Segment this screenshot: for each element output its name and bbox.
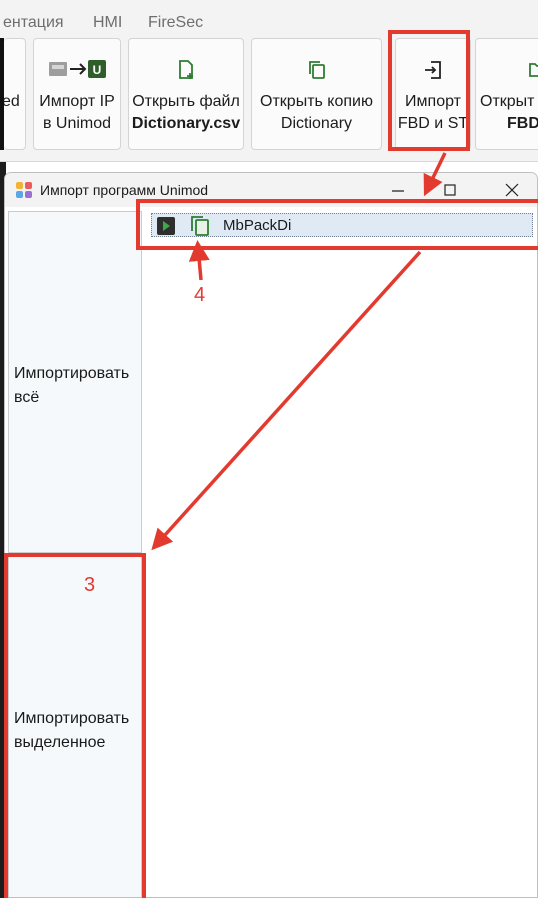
annotation-arrows bbox=[151, 152, 447, 551]
annotation-number-3: 3 bbox=[84, 574, 96, 596]
arrow-import-to-dialog bbox=[423, 152, 447, 197]
arrow-label-4 bbox=[188, 240, 210, 281]
annotation-number-4: 4 bbox=[194, 284, 206, 306]
